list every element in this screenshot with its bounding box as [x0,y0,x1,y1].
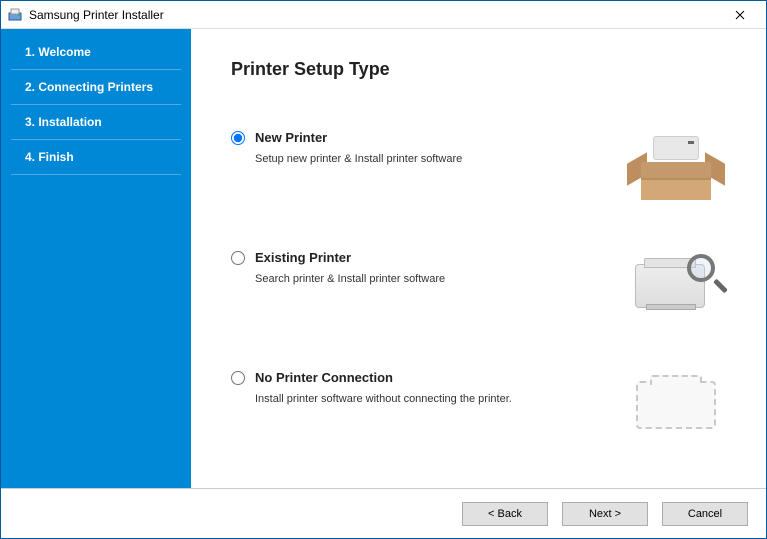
next-button[interactable]: Next > [562,502,648,526]
option-label-existing: Existing Printer [255,250,351,265]
option-no-connection: No Printer Connection Install printer so… [231,370,726,440]
sidebar: 1. Welcome 2. Connecting Printers 3. Ins… [1,29,191,488]
footer: < Back Next > Cancel [1,488,766,538]
close-button[interactable] [720,2,760,28]
main-panel: Printer Setup Type New Printer Setup new… [191,29,766,488]
new-printer-icon [626,130,726,200]
sidebar-step-finish: 4. Finish [11,140,181,175]
titlebar: Samsung Printer Installer [1,1,766,29]
close-icon [735,10,745,20]
back-button[interactable]: < Back [462,502,548,526]
option-new-printer: New Printer Setup new printer & Install … [231,130,726,200]
radio-existing-printer[interactable] [231,251,245,265]
option-desc-new: Setup new printer & Install printer soft… [255,153,626,165]
body-area: 1. Welcome 2. Connecting Printers 3. Ins… [1,29,766,488]
window-title: Samsung Printer Installer [29,8,720,22]
cancel-button[interactable]: Cancel [662,502,748,526]
sidebar-step-connecting: 2. Connecting Printers [11,70,181,105]
option-label-none: No Printer Connection [255,370,393,385]
option-desc-none: Install printer software without connect… [255,393,626,405]
radio-new-printer[interactable] [231,131,245,145]
installer-icon [7,7,23,23]
sidebar-step-installation: 3. Installation [11,105,181,140]
existing-printer-icon [626,250,726,320]
option-label-new: New Printer [255,130,327,145]
no-connection-icon [626,370,726,440]
radio-no-connection[interactable] [231,371,245,385]
option-desc-existing: Search printer & Install printer softwar… [255,273,626,285]
page-title: Printer Setup Type [231,59,726,80]
sidebar-step-welcome: 1. Welcome [11,35,181,70]
option-existing-printer: Existing Printer Search printer & Instal… [231,250,726,320]
